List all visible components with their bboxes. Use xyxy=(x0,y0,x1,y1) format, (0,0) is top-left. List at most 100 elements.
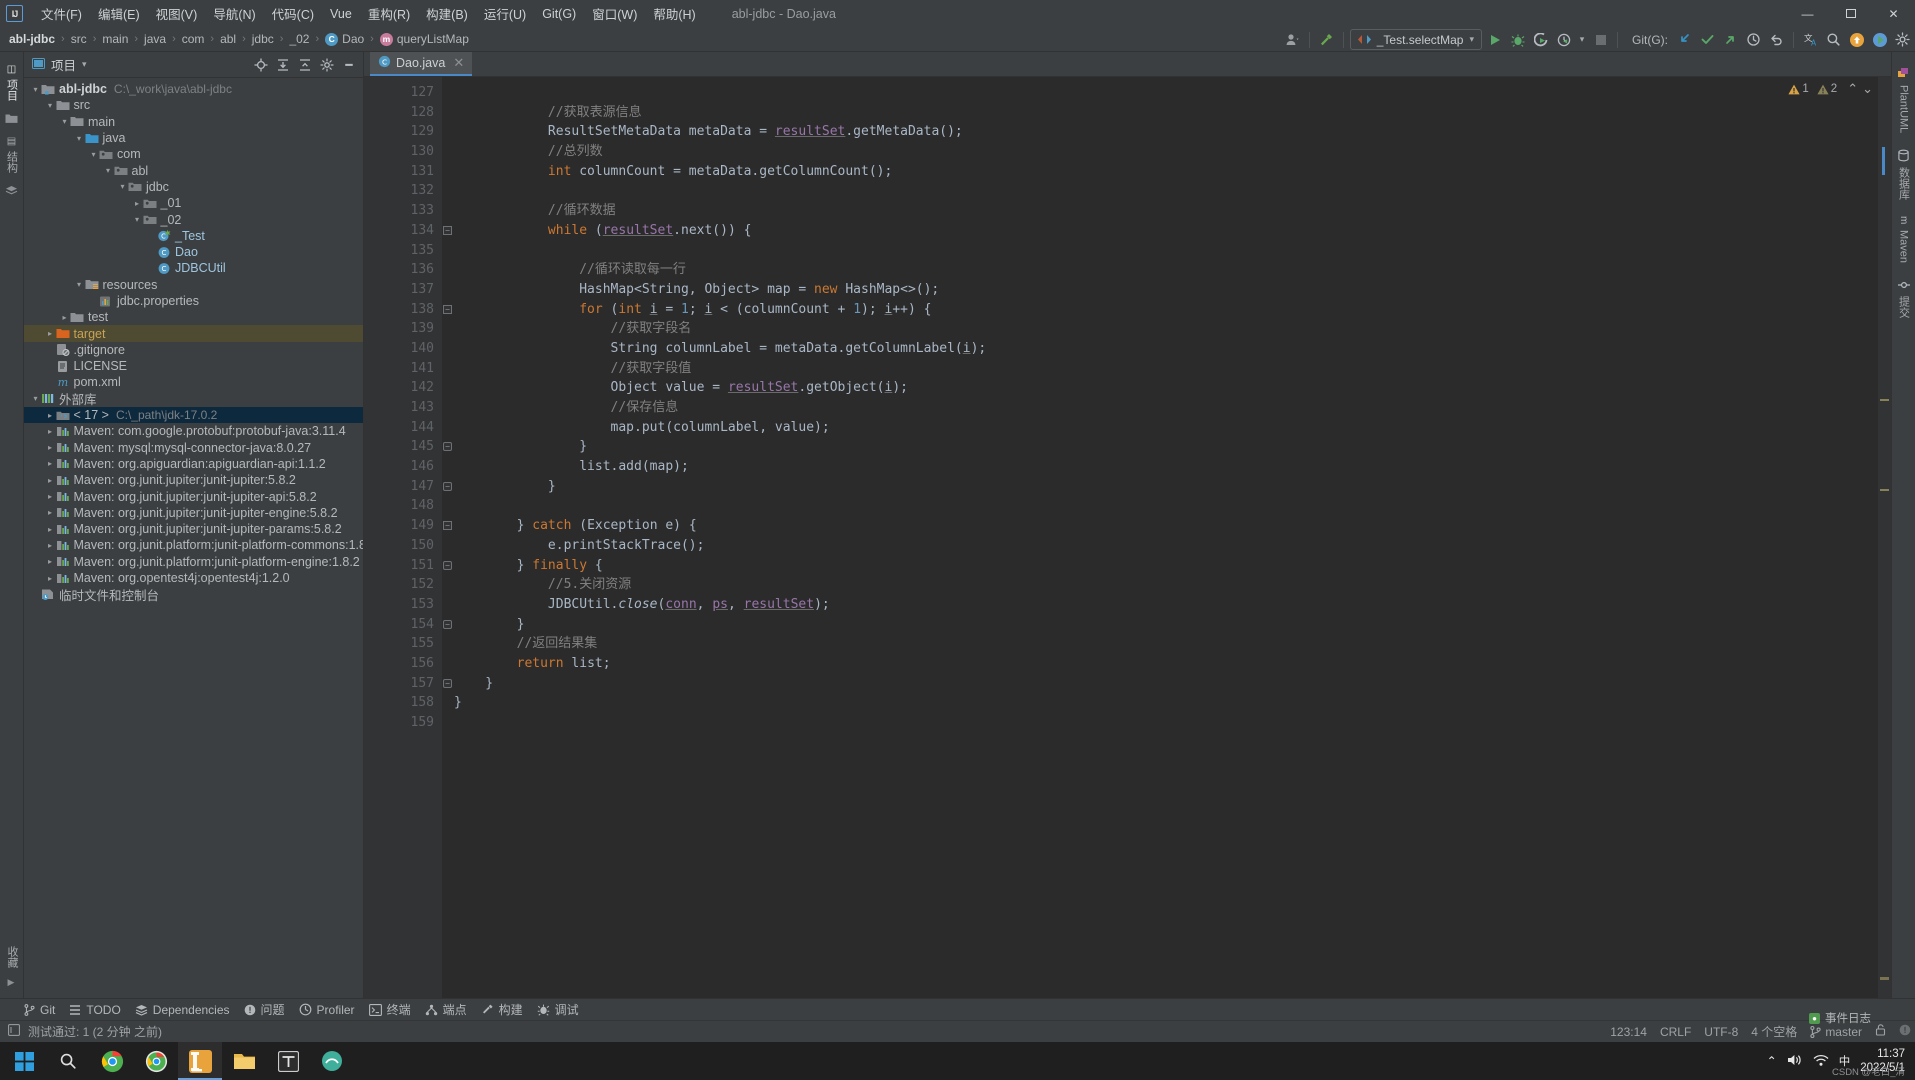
stop-icon[interactable] xyxy=(1590,29,1611,50)
tree-node-dao[interactable]: C Dao xyxy=(24,244,363,260)
tree-node-pom-xml[interactable]: m pom.xml xyxy=(24,374,363,390)
bottom-tab-dependencies[interactable]: Dependencies xyxy=(135,1003,230,1017)
play-icon[interactable] xyxy=(1869,29,1890,50)
settings-gear-icon[interactable] xyxy=(317,55,337,75)
bottom-tab-调试[interactable]: 调试 xyxy=(537,1001,579,1018)
code-line[interactable] xyxy=(442,83,1877,103)
code-line[interactable] xyxy=(442,181,1877,201)
code-line[interactable]: int columnCount = metaData.getColumnCoun… xyxy=(442,162,1877,182)
line-number[interactable]: 155 xyxy=(364,634,442,654)
notifications-icon[interactable] xyxy=(1899,1024,1911,1039)
chevron-right-icon[interactable]: ▸ xyxy=(59,312,70,323)
editor-marker-scrollbar[interactable] xyxy=(1877,77,1891,998)
network-icon[interactable] xyxy=(1813,1053,1829,1070)
line-number[interactable]: 154− xyxy=(364,615,452,635)
chevron-right-icon[interactable]: ▸ xyxy=(45,328,56,339)
rail-tab-folder[interactable] xyxy=(5,107,18,130)
line-number[interactable]: 147− xyxy=(364,477,452,497)
rail-tab-layers[interactable] xyxy=(5,179,18,203)
code-line[interactable] xyxy=(442,496,1877,516)
tree-node-临时文件和控制台[interactable]: 临时文件和控制台 xyxy=(24,586,363,603)
expand-all-icon[interactable] xyxy=(273,55,293,75)
line-number-gutter[interactable]: 127 128 129 130 131 132 133 134−135 136 137 138−13… xyxy=(364,77,452,998)
tree-node-main[interactable]: ▾ main xyxy=(24,114,363,130)
line-number[interactable]: 145− xyxy=(364,437,452,457)
chevron-right-icon[interactable]: ▸ xyxy=(45,507,56,518)
code-line[interactable]: } xyxy=(442,674,1877,694)
file-explorer-icon[interactable] xyxy=(222,1042,266,1080)
chevron-right-icon[interactable]: ▸ xyxy=(45,540,56,551)
warning-badge[interactable]: 1 xyxy=(1788,83,1809,95)
breadcrumb-item-java[interactable]: java xyxy=(143,32,167,46)
code-line[interactable]: JDBCUtil.close(conn, ps, resultSet); xyxy=(442,595,1877,615)
rollback-icon[interactable] xyxy=(1766,29,1787,50)
rail-tab-maven[interactable]: m Maven xyxy=(1898,209,1910,269)
menu-item-9[interactable]: Git(G) xyxy=(534,4,584,24)
line-number[interactable]: 151− xyxy=(364,556,452,576)
bottom-tab-todo[interactable]: TODO xyxy=(69,1003,121,1017)
code-line[interactable]: } xyxy=(442,693,1877,713)
code-line[interactable]: //保存信息 xyxy=(442,398,1877,418)
tree-node-maven-org-junit-jupiter-junit-jupiter-engine-5-8-2[interactable]: ▸ Maven: org.junit.jupiter:junit-jupiter-… xyxy=(24,505,363,521)
menu-item-10[interactable]: 窗口(W) xyxy=(584,1,645,26)
code-line[interactable]: String columnLabel = metaData.getColumnL… xyxy=(442,339,1877,359)
code-editor[interactable]: 127 128 129 130 131 132 133 134−135 136 137 138−13… xyxy=(364,77,1891,998)
line-number[interactable]: 152 xyxy=(364,575,442,595)
line-number[interactable]: 159 xyxy=(364,713,442,733)
line-number[interactable]: 133 xyxy=(364,201,442,221)
tree-node--01[interactable]: ▸ _01 xyxy=(24,195,363,211)
line-number[interactable]: 138− xyxy=(364,300,452,320)
code-line[interactable]: list.add(map); xyxy=(442,457,1877,477)
chevron-down-icon[interactable]: ▾ xyxy=(74,133,85,144)
tree-node-java[interactable]: ▾ java xyxy=(24,130,363,146)
hide-panel-icon[interactable]: ━ xyxy=(339,55,359,75)
settings-icon[interactable] xyxy=(1892,29,1913,50)
line-number[interactable]: 153 xyxy=(364,595,442,615)
collapse-all-icon[interactable] xyxy=(295,55,315,75)
tree-node--test[interactable]: C _Test xyxy=(24,228,363,244)
line-number[interactable]: 127 xyxy=(364,83,442,103)
chevron-right-icon[interactable]: ▸ xyxy=(45,491,56,502)
code-line[interactable]: } xyxy=(442,477,1877,497)
update-project-icon[interactable] xyxy=(1674,29,1695,50)
line-number[interactable]: 157− xyxy=(364,674,452,694)
code-line[interactable]: //循环数据 xyxy=(442,201,1877,221)
breadcrumb-item-src[interactable]: src xyxy=(70,32,88,46)
tree-node-外部库[interactable]: ▾ 外部库 xyxy=(24,391,363,407)
menu-item-3[interactable]: 导航(N) xyxy=(205,1,263,26)
inspection-widget[interactable]: 1 2 ⌃ ⌄ xyxy=(1784,79,1877,99)
code-line[interactable] xyxy=(442,241,1877,261)
tree-node-maven-mysql-mysql-connector-java-8-0-27[interactable]: ▸ Maven: mysql:mysql-connector-java:8.0.2… xyxy=(24,440,363,456)
breadcrumb-item-abl[interactable]: abl xyxy=(219,32,237,46)
locate-icon[interactable] xyxy=(251,55,271,75)
code-line[interactable]: //循环读取每一行 xyxy=(442,260,1877,280)
line-number[interactable]: 149− xyxy=(364,516,452,536)
tree-node-abl[interactable]: ▾ abl xyxy=(24,162,363,178)
tree-node-jdbc-properties[interactable]: jdbc.properties xyxy=(24,293,363,309)
chevron-right-icon[interactable]: ▸ xyxy=(45,410,56,421)
tree-node-maven-org-junit-platform-junit-platform-engine-1-8-2[interactable]: ▸ Maven: org.junit.platform:junit-platfor… xyxy=(24,554,363,570)
upload-icon[interactable] xyxy=(1846,29,1867,50)
chevron-right-icon[interactable]: ▸ xyxy=(45,442,56,453)
tray-chevron-icon[interactable]: ⌃ xyxy=(1767,1054,1777,1068)
caret-position[interactable]: 123:14 xyxy=(1610,1025,1647,1039)
line-number[interactable]: 139 xyxy=(364,319,442,339)
tree-node--17-[interactable]: ▸ < 17 > C:\_path\jdk-17.0.2 xyxy=(24,406,363,424)
chevron-down-icon-2[interactable]: ▾ xyxy=(1576,29,1588,50)
intellij-idea-icon[interactable] xyxy=(178,1042,222,1080)
rail-tab-plantuml[interactable]: PlantUML xyxy=(1897,60,1910,140)
chevron-down-icon[interactable]: ▾ xyxy=(30,84,41,95)
tree-node-src[interactable]: ▾ src xyxy=(24,97,363,113)
code-line[interactable]: //总列数 xyxy=(442,142,1877,162)
chevron-right-icon[interactable]: ▸ xyxy=(45,524,56,535)
menu-item-5[interactable]: Vue xyxy=(322,4,360,24)
bottom-tab-终端[interactable]: 终端 xyxy=(368,1001,411,1018)
code-line[interactable]: } finally { xyxy=(442,556,1877,576)
code-line[interactable]: //获取表源信息 xyxy=(442,103,1877,123)
close-icon[interactable]: ✕ xyxy=(453,55,464,71)
event-log-widget[interactable]: ● 事件日志 xyxy=(1809,1010,1871,1026)
bottom-tab-git[interactable]: Git xyxy=(24,1003,55,1017)
chevron-down-icon[interactable]: ▾ xyxy=(82,59,87,70)
menu-item-11[interactable]: 帮助(H) xyxy=(645,1,703,26)
code-line[interactable]: e.printStackTrace(); xyxy=(442,536,1877,556)
